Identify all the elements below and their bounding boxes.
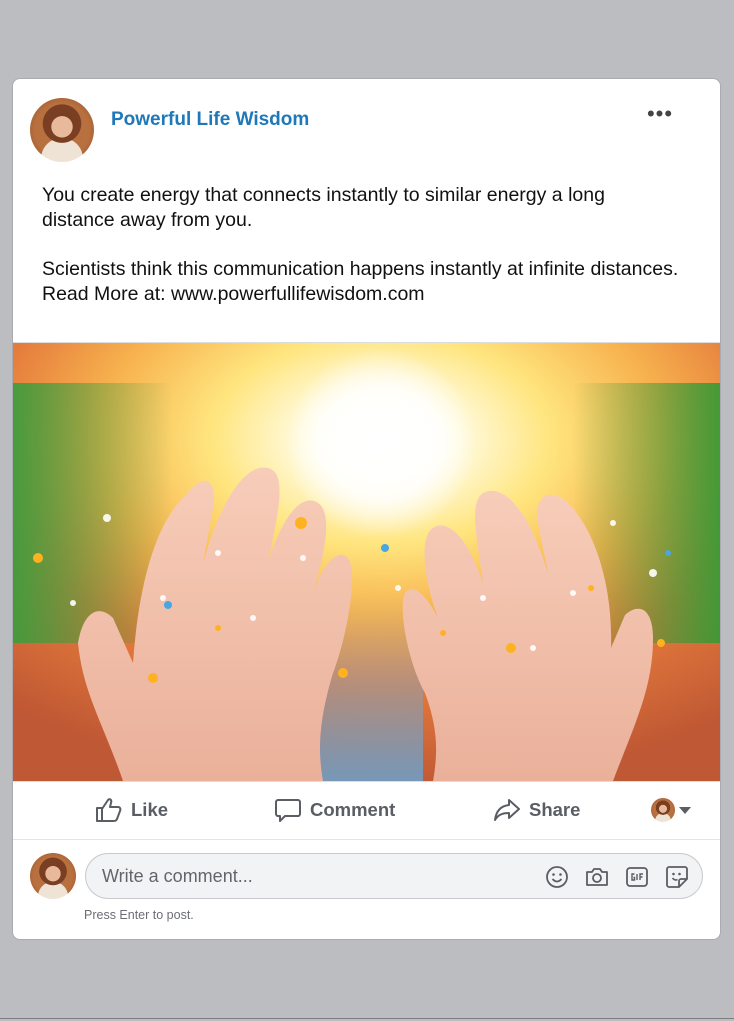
comment-button[interactable]: Comment <box>274 795 395 825</box>
post-paragraph: Scientists think this communication happ… <box>42 258 679 305</box>
post-image[interactable] <box>13 342 720 782</box>
speech-bubble-icon <box>275 799 301 822</box>
post-text: You create energy that connects instantl… <box>42 183 682 331</box>
more-options-button[interactable]: ••• <box>643 103 677 131</box>
sticker-icon[interactable] <box>664 864 690 890</box>
share-button[interactable]: Share <box>493 795 580 825</box>
comment-label: Comment <box>310 799 396 820</box>
post-as-selector[interactable] <box>651 795 691 825</box>
thumbs-up-icon <box>96 798 122 822</box>
selector-avatar <box>651 798 675 822</box>
chevron-down-icon <box>679 806 691 814</box>
comment-input[interactable] <box>100 865 524 888</box>
page-avatar[interactable] <box>30 98 94 162</box>
share-arrow-icon <box>494 799 520 821</box>
press-enter-hint: Press Enter to post. <box>84 908 194 922</box>
comment-box[interactable] <box>85 853 703 899</box>
share-label: Share <box>529 799 581 820</box>
like-button[interactable]: Like <box>95 795 168 825</box>
open-hands-light-image <box>13 343 720 781</box>
page-name-link[interactable]: Powerful Life Wisdom <box>111 109 309 131</box>
commenter-avatar[interactable] <box>30 853 76 899</box>
camera-icon[interactable] <box>584 864 610 890</box>
gif-icon[interactable] <box>624 864 650 890</box>
screen-bottom-divider <box>0 1018 734 1019</box>
like-label: Like <box>131 799 169 820</box>
post-paragraph: You create energy that connects instantl… <box>42 184 605 231</box>
comment-tools <box>544 864 690 890</box>
post-actions-bar: Like Comment Share <box>13 781 720 840</box>
emoji-icon[interactable] <box>544 864 570 890</box>
post-card: Powerful Life Wisdom ••• You create ener… <box>12 78 721 940</box>
